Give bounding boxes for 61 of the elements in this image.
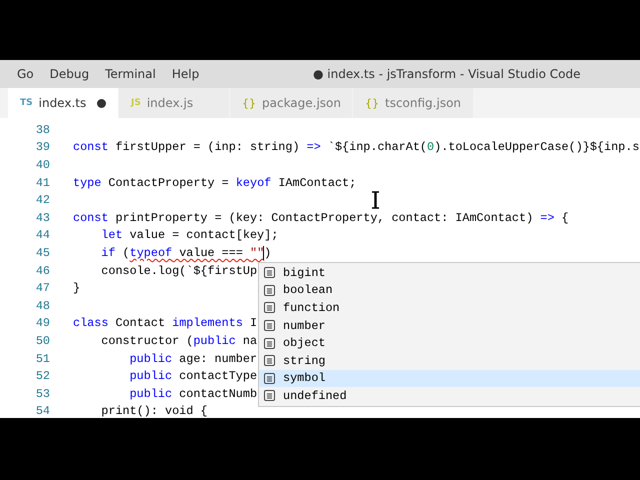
line-number: 47 bbox=[34, 281, 50, 296]
file-type-icon: {} bbox=[242, 96, 256, 110]
value-icon bbox=[264, 267, 275, 278]
suggestion-item[interactable]: object bbox=[259, 334, 640, 352]
line-number: 52 bbox=[34, 369, 50, 384]
unsaved-dot-icon bbox=[97, 98, 106, 108]
code-line: } bbox=[73, 281, 80, 296]
code-line: class Contact implements I bbox=[73, 316, 258, 330]
line-number: 40 bbox=[34, 158, 50, 172]
value-icon bbox=[264, 284, 275, 296]
editor-tab[interactable]: {} tsconfig.json bbox=[353, 88, 474, 118]
code-line: public contactNumb bbox=[130, 386, 258, 401]
file-type-icon: TS bbox=[20, 98, 33, 108]
value-icon bbox=[264, 320, 275, 332]
menu-item[interactable]: Go bbox=[9, 67, 42, 81]
code-line: let value = contact[key]; bbox=[101, 228, 278, 242]
line-number: 48 bbox=[34, 298, 50, 313]
code-line: console.log(`${firstUp bbox=[101, 264, 258, 278]
code-line: if (typeof value === "") bbox=[101, 246, 272, 260]
code-line: print(): void { bbox=[101, 404, 208, 418]
line-number: 38 bbox=[34, 122, 50, 137]
line-number: 54 bbox=[34, 404, 50, 418]
line-number: 39 bbox=[34, 140, 50, 154]
suggestion-item[interactable]: boolean bbox=[259, 282, 640, 300]
editor-tab[interactable]: TS index.ts bbox=[8, 88, 119, 118]
file-type-icon: JS bbox=[131, 98, 141, 108]
suggestion-item[interactable]: bigint bbox=[259, 264, 640, 282]
line-number: 45 bbox=[34, 246, 50, 260]
suggestion-item[interactable]: function bbox=[259, 299, 640, 317]
code-line: type ContactProperty = keyof IAmContact; bbox=[73, 176, 356, 190]
code-line: constructor (public na bbox=[101, 334, 258, 348]
editor-tab[interactable]: JS index.js bbox=[119, 88, 230, 118]
line-number: 51 bbox=[34, 352, 50, 366]
line-number: 53 bbox=[34, 386, 50, 401]
suggestion-item[interactable]: symbol bbox=[259, 370, 640, 388]
line-number: 46 bbox=[34, 264, 50, 278]
window-title: ● index.ts - jsTransform - Visual Studio Code bbox=[313, 67, 580, 81]
menu-item[interactable]: Debug bbox=[42, 67, 98, 81]
value-icon bbox=[264, 355, 275, 366]
menu-item[interactable]: Help bbox=[164, 67, 208, 81]
code-line: public contactType bbox=[130, 369, 258, 384]
suggestion-item[interactable]: number bbox=[259, 316, 640, 334]
code-line: public age: number bbox=[130, 352, 258, 366]
line-number: 49 bbox=[34, 316, 50, 330]
code-line: const firstUpper = (inp: string) => `${inp.charAt(0).toLocaleUpperCase()}${inp.s bbox=[73, 140, 640, 154]
line-number: 44 bbox=[34, 228, 50, 242]
line-number: 41 bbox=[34, 176, 50, 190]
text-cursor-icon bbox=[371, 191, 380, 209]
file-type-icon: {} bbox=[365, 96, 379, 110]
code-line: const printProperty = (key: ContactProperty, contact: IAmContact) => { bbox=[73, 210, 569, 225]
suggestion-item[interactable]: undefined bbox=[259, 387, 640, 405]
editor-tab[interactable]: {} package.json bbox=[230, 88, 353, 118]
value-icon bbox=[264, 390, 275, 402]
value-icon bbox=[264, 338, 275, 349]
line-number: 43 bbox=[34, 210, 50, 225]
menu-item[interactable]: Terminal bbox=[97, 67, 164, 81]
value-icon bbox=[264, 302, 275, 314]
line-number: 42 bbox=[34, 193, 50, 208]
line-number: 50 bbox=[34, 334, 50, 348]
value-icon bbox=[264, 372, 275, 384]
suggestion-item[interactable]: string bbox=[259, 352, 640, 370]
